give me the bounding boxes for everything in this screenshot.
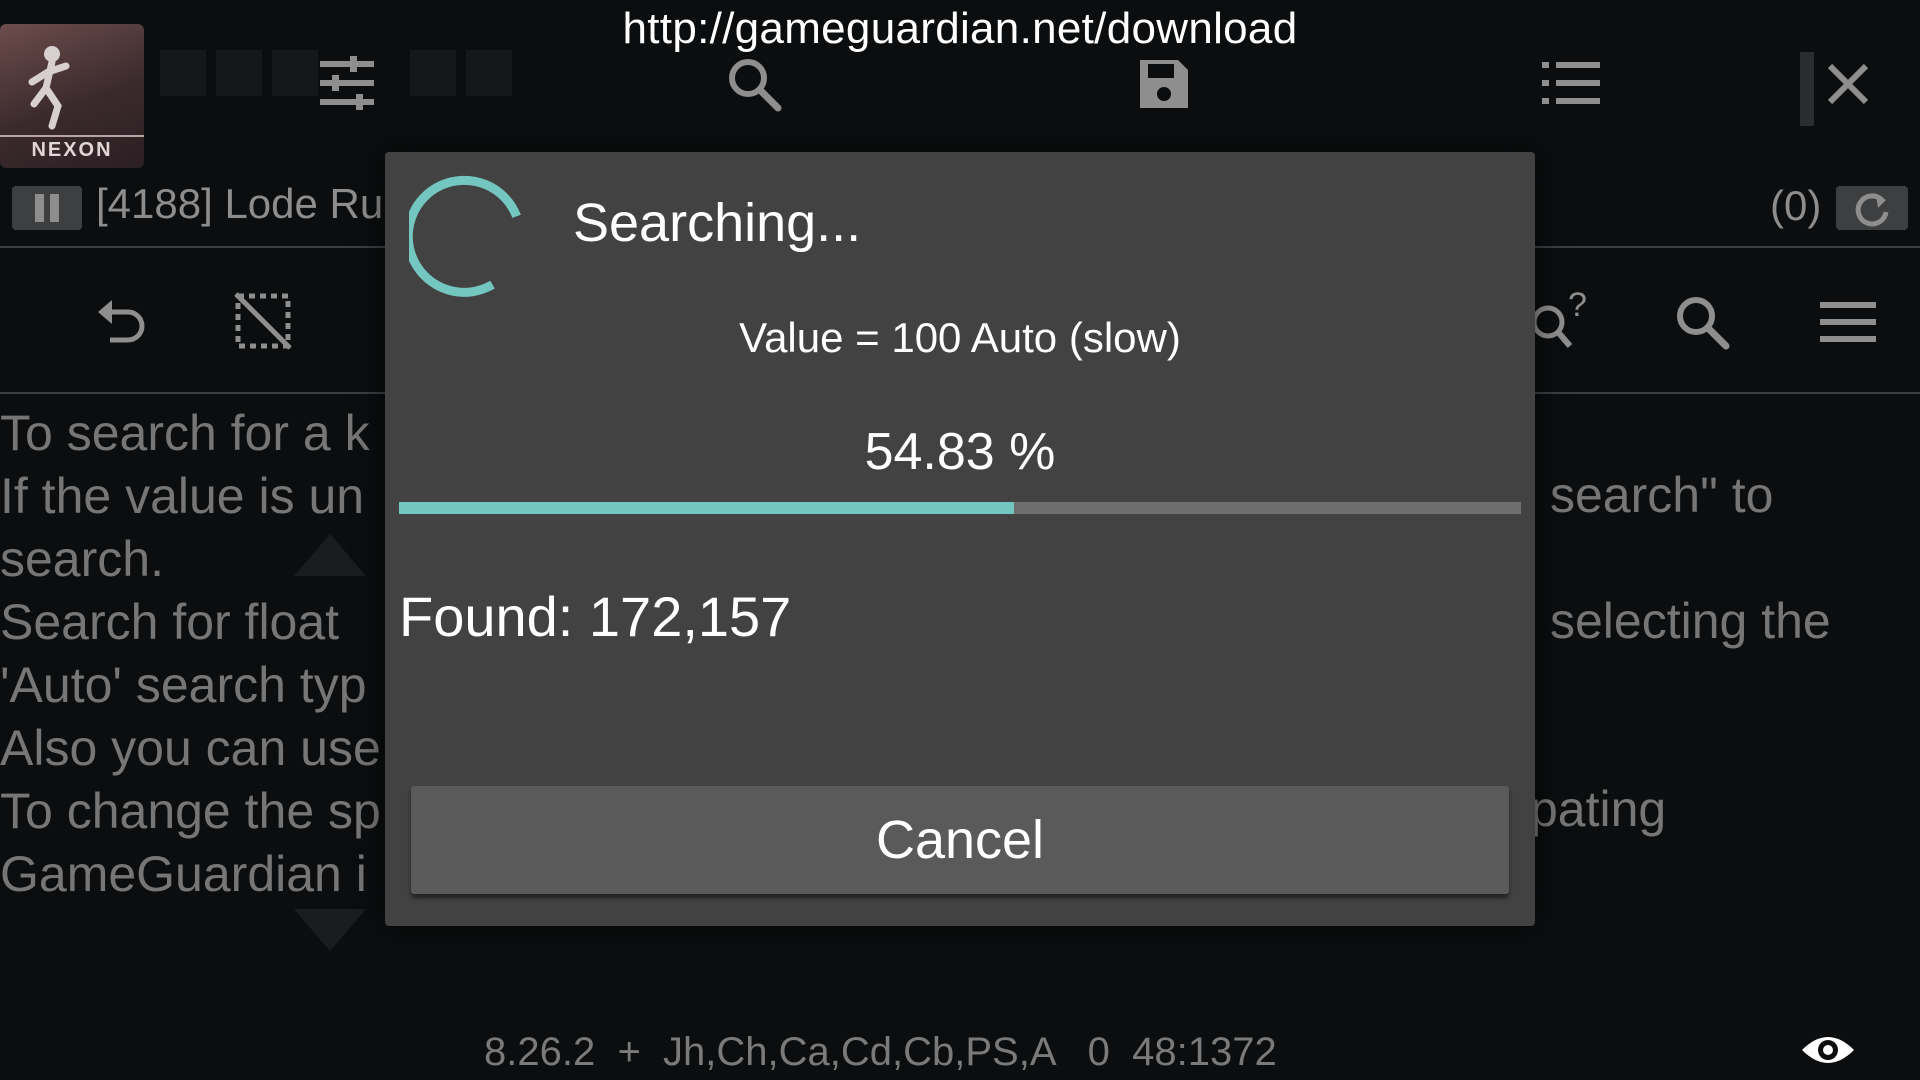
pause-button[interactable]: [12, 186, 82, 230]
eye-icon[interactable]: [1800, 1030, 1856, 1075]
app-logo-text: NEXON: [0, 135, 144, 162]
result-count: (0): [1770, 182, 1822, 229]
progress-percent: 54.83 %: [864, 423, 1056, 481]
dpad-down-icon: [294, 909, 366, 951]
close-area-bar: [1800, 52, 1814, 126]
select-off-icon[interactable]: [234, 292, 292, 355]
url-overlay: http://gameguardian.net/download: [622, 4, 1298, 53]
search-progress-dialog: Searching... Value = 100 Auto (slow) 54.…: [385, 152, 1535, 926]
runner-figure-icon: [28, 46, 70, 130]
help-line: To search for a k: [0, 405, 370, 461]
help-line-right: search" to: [1550, 467, 1774, 523]
help-line: 'Auto' search typ: [0, 657, 367, 713]
dpad-up-icon: [294, 534, 366, 576]
save-icon[interactable]: [1136, 56, 1192, 112]
refresh-icon: [1855, 193, 1889, 227]
refresh-button[interactable]: [1836, 186, 1908, 230]
close-icon[interactable]: [1826, 62, 1870, 106]
search-icon[interactable]: [726, 56, 782, 112]
process-title[interactable]: [4188] Lode Ru: [96, 180, 383, 228]
help-line-right: pating: [1530, 781, 1667, 837]
status-footer: 8.26.2 + Jh,Ch,Ca,Cd,Cb,PS,A 0 48:1372: [484, 1030, 1277, 1074]
help-line: Also you can use: [0, 720, 381, 776]
search-value-label: Value = 100 Auto (slow): [739, 314, 1181, 361]
help-line: To change the sp: [0, 783, 381, 839]
svg-text:?: ?: [1568, 288, 1587, 324]
sliders-icon[interactable]: [318, 56, 376, 110]
menu-icon[interactable]: [1820, 302, 1876, 347]
cancel-button[interactable]: Cancel: [411, 786, 1509, 894]
help-text-left: To search for a k If the value is un sea…: [0, 402, 381, 906]
list-icon[interactable]: [1542, 60, 1600, 106]
progress-bar-fill: [399, 502, 1015, 514]
undo-icon[interactable]: [94, 292, 148, 351]
loading-spinner-icon: [409, 175, 521, 297]
progress-bar: [399, 502, 1521, 514]
help-line: GameGuardian i: [0, 846, 367, 902]
dialog-title: Searching...: [573, 193, 862, 253]
help-line: If the value is un: [0, 468, 365, 524]
help-line: Search for float: [0, 594, 340, 650]
found-count: Found: 172,157: [399, 585, 792, 648]
help-line-right: selecting the: [1550, 593, 1831, 649]
search-unknown-icon[interactable]: ?: [1528, 286, 1592, 355]
search-icon-secondary[interactable]: [1674, 294, 1730, 355]
